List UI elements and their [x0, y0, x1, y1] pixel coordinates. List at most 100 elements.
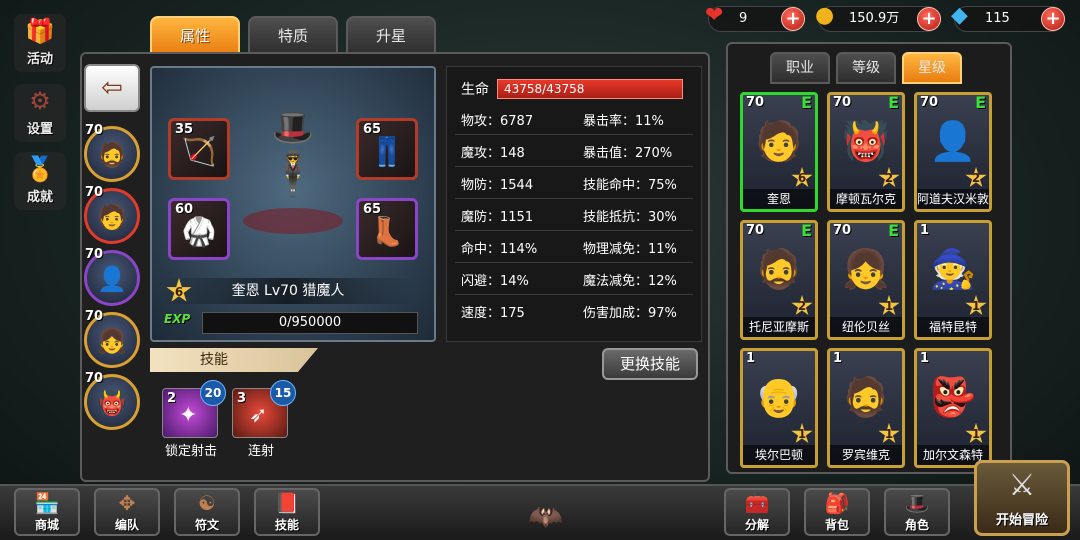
skill-name: 连射: [247, 444, 274, 459]
tab-sort-level[interactable]: 等级: [836, 52, 896, 84]
card-level: 1: [920, 351, 930, 366]
hero-portrait-icon: 🧔: [755, 247, 803, 291]
stat-row: 物攻：6787 暴击率：11%: [455, 109, 693, 135]
card-level: 1: [746, 351, 756, 366]
skill-level: 3: [237, 391, 247, 406]
card-star: 2: [965, 167, 987, 188]
hero-level: 70: [85, 185, 104, 200]
gear-icon: ⚙: [29, 87, 51, 115]
hp-label: 生命: [461, 82, 489, 98]
card-level: 70: [833, 223, 852, 238]
medal-icon: 🏅: [25, 155, 55, 183]
card-level: 1: [833, 351, 843, 366]
gold-coin-icon: ●: [815, 3, 835, 28]
settings-button[interactable]: ⚙ 设置: [14, 84, 66, 142]
activity-button[interactable]: 🎁 活动: [14, 14, 66, 72]
hero-portrait-icon: 🧙: [929, 247, 977, 291]
pants-icon: 👖: [369, 135, 405, 168]
gold-value: 150.9万: [849, 11, 900, 26]
achievement-button[interactable]: 🏅 成就: [14, 152, 66, 210]
tab-ascend[interactable]: 升星: [346, 16, 436, 54]
crit-damage: 暴击值：270%: [583, 146, 673, 161]
tab-sort-star[interactable]: 星级: [902, 52, 962, 84]
hero-card[interactable]: 70 E 👤 2 阿道夫汉米敦: [914, 92, 992, 212]
hero-portrait-icon: 👤: [929, 119, 977, 163]
hat-icon: 🎩: [271, 108, 315, 148]
physical-attack: 物攻：6787: [461, 114, 534, 129]
runes-button[interactable]: ☯ 符文: [174, 488, 240, 536]
left-hero-slot-5[interactable]: 70 👹: [84, 371, 140, 430]
formation-button[interactable]: ✥ 编队: [94, 488, 160, 536]
magic-attack: 魔攻：148: [461, 146, 525, 161]
decompose-button[interactable]: 🧰 分解: [724, 488, 790, 536]
left-hero-slot-2[interactable]: 70 🧑: [84, 185, 140, 244]
crossbow-icon: 🏹: [181, 135, 217, 168]
gift-icon: 🎁: [25, 17, 55, 45]
magic-defense: 魔防：1151: [461, 210, 534, 225]
activity-label: 活动: [26, 52, 53, 67]
hit-rate: 命中：114%: [461, 242, 538, 257]
hearts-counter: ❤ 9 +: [705, 4, 805, 32]
add-hearts-button[interactable]: +: [781, 7, 805, 31]
hero-figure: 🎩 🕴: [238, 108, 348, 288]
dodge: 闪避：14%: [461, 274, 529, 289]
hero-portrait-icon: 👤: [97, 265, 127, 293]
tab-attributes[interactable]: 属性: [150, 16, 240, 54]
hero-card[interactable]: 70 E 👧 1 纽伦贝丝: [827, 220, 905, 340]
card-star: 1: [878, 423, 900, 444]
skill-name: 锁定射击: [164, 444, 217, 459]
card-equip-mark: E: [801, 93, 812, 112]
skill-cost-badge: 20: [200, 380, 226, 406]
skill-level: 2: [167, 391, 177, 406]
skills-button[interactable]: 📕 技能: [254, 488, 320, 536]
hero-card[interactable]: 1 🧔 1 罗宾维克: [827, 348, 905, 468]
card-star: 2: [878, 167, 900, 188]
start-adventure-button[interactable]: ⚔ 开始冒险: [974, 460, 1070, 536]
card-name: 福特昆特: [917, 317, 989, 337]
magic-reduction: 魔法减免：12%: [583, 274, 677, 289]
stat-row: 命中：114% 物理减免：11%: [455, 237, 693, 263]
left-hero-slot-3[interactable]: 70 👤: [84, 247, 140, 306]
card-level: 70: [746, 223, 765, 238]
exp-value: 0/950000: [278, 315, 342, 330]
rune-icon: ☯: [198, 491, 216, 515]
add-gems-button[interactable]: +: [1041, 7, 1065, 31]
hero-card[interactable]: 70 E 👹 2 摩顿瓦尔克: [827, 92, 905, 212]
tab-traits[interactable]: 特质: [248, 16, 338, 54]
equip-slot-weapon[interactable]: 35 🏹: [168, 118, 230, 180]
left-hero-slot-4[interactable]: 70 👧: [84, 309, 140, 368]
add-gold-button[interactable]: +: [917, 7, 941, 31]
arrows-icon: ➶: [249, 403, 268, 428]
hero-portrait-icon: 👹: [842, 119, 890, 163]
role-button[interactable]: 🎩 角色: [884, 488, 950, 536]
card-level: 70: [746, 95, 765, 110]
bag-button[interactable]: 🎒 背包: [804, 488, 870, 536]
hero-level: 70: [85, 309, 104, 324]
stat-row: 魔防：1151 技能抵抗：30%: [455, 205, 693, 231]
left-hero-slot-1[interactable]: 70 🧔: [84, 123, 140, 182]
equip-slot-pants[interactable]: 65 👖: [356, 118, 418, 180]
hp-value: 43758/43758: [504, 82, 585, 96]
shop-button[interactable]: 🏪 商城: [14, 488, 80, 536]
gems-value: 115: [985, 11, 1010, 26]
card-equip-mark: E: [888, 221, 899, 240]
equip-slot-armor[interactable]: 60 🥋: [168, 198, 230, 260]
skill-hit: 技能命中：75%: [583, 178, 677, 193]
hero-level: 70: [85, 371, 104, 386]
tab-sort-class[interactable]: 职业: [770, 52, 830, 84]
hero-card[interactable]: 1 👴 1 埃尔巴顿: [740, 348, 818, 468]
change-skill-button[interactable]: 更换技能: [602, 348, 698, 380]
hero-card[interactable]: 1 🧙 1 福特昆特: [914, 220, 992, 340]
character-icon: 🎩: [904, 491, 930, 515]
card-name: 托尼亚摩斯: [743, 317, 815, 337]
hero-portrait-icon: 👧: [842, 247, 890, 291]
skills-label: 技能: [274, 518, 299, 532]
hero-card[interactable]: 70 E 🧑 6 奎恩: [740, 92, 818, 212]
exit-door-button[interactable]: ⇦: [84, 64, 140, 112]
hero-card[interactable]: 1 👺 1 加尔文森特: [914, 348, 992, 468]
hero-card[interactable]: 70 E 🧔 2 托尼亚摩斯: [740, 220, 818, 340]
equip-slot-boots[interactable]: 65 👢: [356, 198, 418, 260]
hero-sprite-icon: 🕴: [265, 149, 321, 200]
physical-defense: 物防：1544: [461, 178, 534, 193]
card-star: 1: [791, 423, 813, 444]
